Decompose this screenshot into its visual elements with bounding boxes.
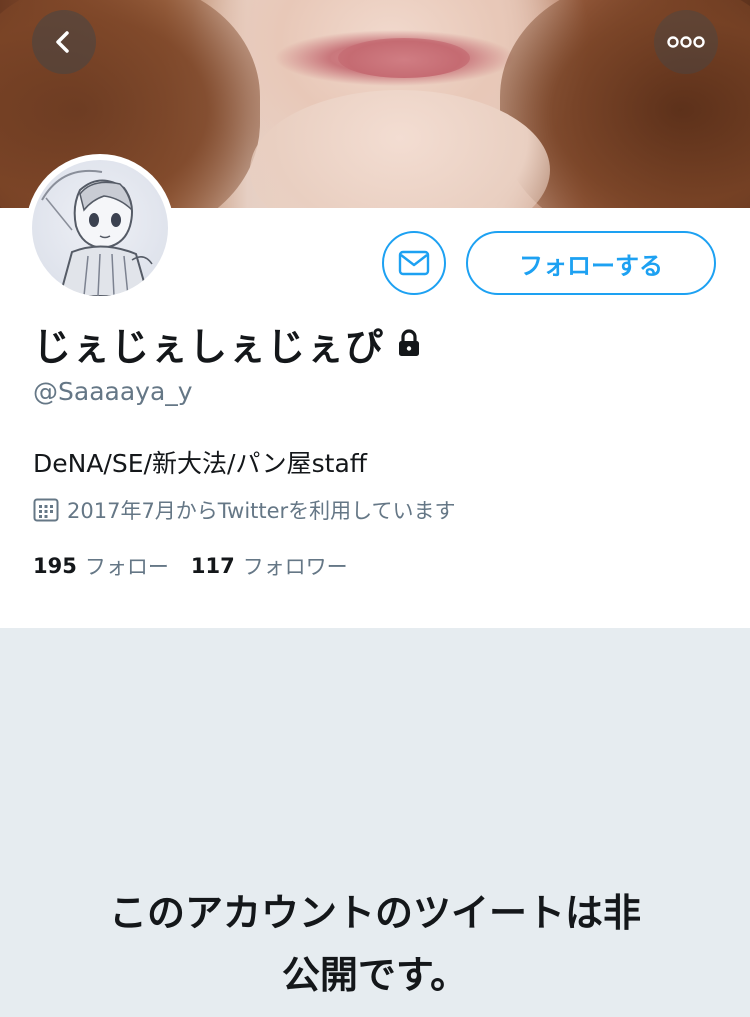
protected-message-line-1: このアカウントのツイートは非 [108, 891, 641, 935]
more-dots-icon [666, 35, 706, 49]
follow-button[interactable]: フォローする [466, 231, 716, 295]
joined-date-text: 2017年7月からTwitterを利用しています [67, 499, 456, 523]
followers-stat[interactable]: 117 フォロワー [191, 551, 348, 581]
calendar-icon [33, 498, 59, 522]
display-name: じぇじぇしぇじぇぴ [33, 324, 385, 369]
username-handle: @Saaaaya_y [33, 377, 193, 406]
profile-bio: DeNA/SE/新大法/パン屋staff [33, 449, 367, 478]
followers-label: フォロワー [242, 555, 348, 579]
envelope-icon [398, 250, 430, 276]
more-options-button[interactable] [654, 10, 718, 74]
protected-tweets-section: このアカウントのツイートは非 公開です。 [0, 628, 750, 1017]
protected-tweets-message: このアカウントのツイートは非 公開です。 [75, 882, 675, 1006]
following-count: 195 [33, 554, 77, 578]
profile-avatar[interactable] [26, 154, 174, 302]
avatar-illustration [32, 160, 168, 296]
following-stat[interactable]: 195 フォロー [33, 551, 169, 581]
message-button[interactable] [382, 231, 446, 295]
follow-stats: 195 フォロー 117 フォロワー [33, 550, 348, 582]
protected-message-line-2: 公開です。 [281, 953, 469, 997]
followers-count: 117 [190, 554, 235, 578]
chevron-left-icon [50, 28, 78, 56]
banner-lips [338, 38, 470, 78]
following-label: フォロー [84, 555, 169, 579]
back-button[interactable] [32, 10, 96, 74]
display-name-row: じぇじぇしぇじぇぴ [33, 318, 424, 369]
joined-date-row: 2017年7月からTwitterを利用しています [33, 494, 456, 526]
lock-icon [394, 328, 424, 358]
